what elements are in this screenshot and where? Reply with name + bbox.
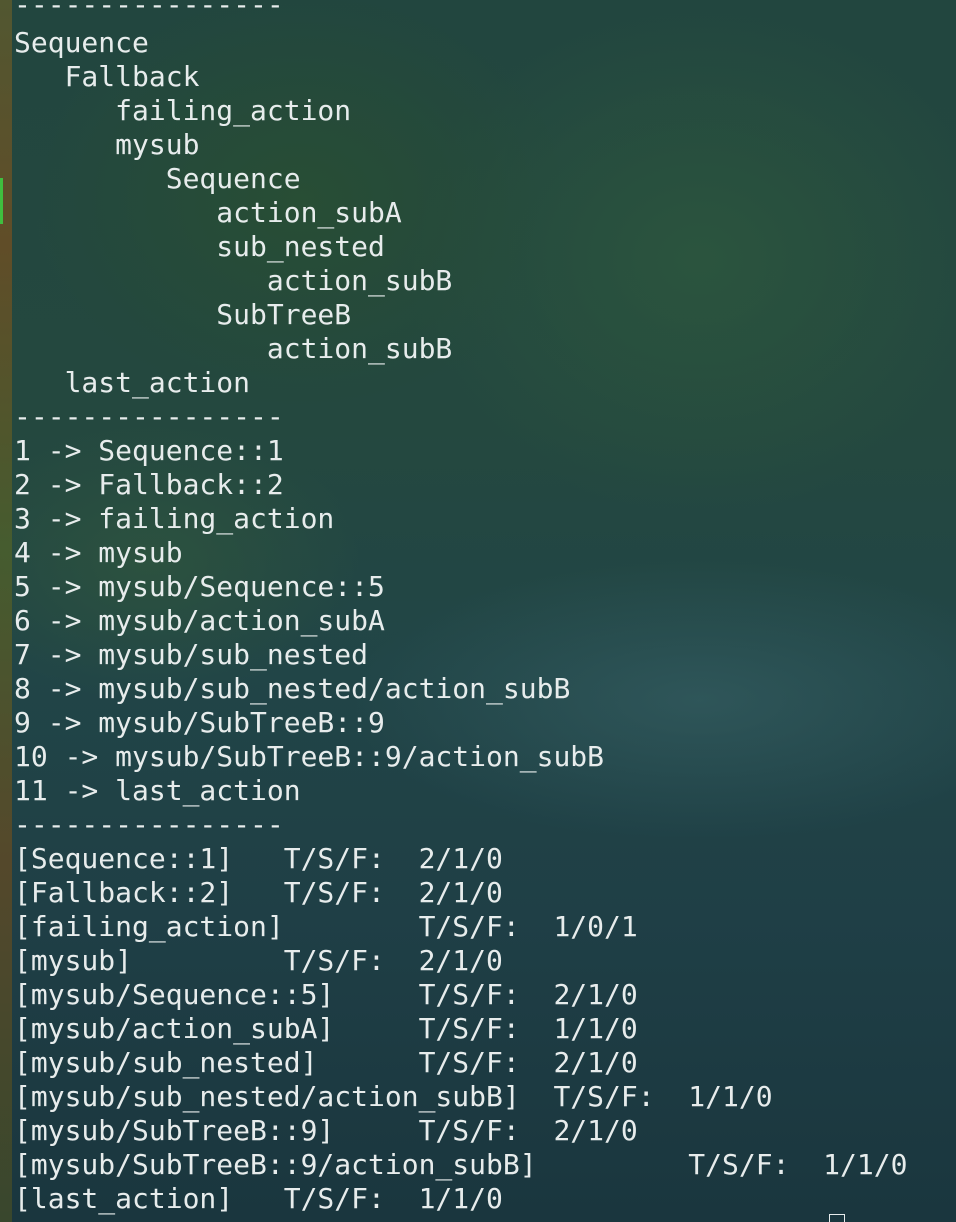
terminal-line: Fallback bbox=[14, 60, 200, 93]
terminal-line: [mysub/SubTreeB::9] T/S/F: 2/1/0 bbox=[14, 1114, 638, 1147]
terminal-line: [mysub/action_subA] T/S/F: 1/1/0 bbox=[14, 1012, 638, 1045]
terminal-line: failing_action bbox=[14, 94, 352, 127]
terminal-line: ---------------- bbox=[14, 808, 284, 841]
terminal-line: [last_action] T/S/F: 1/1/0 bbox=[14, 1182, 503, 1215]
terminal-line: [failing_action] T/S/F: 1/0/1 bbox=[14, 910, 638, 943]
terminal-line: 6 -> mysub/action_subA bbox=[14, 604, 385, 637]
terminal-line: ---------------- bbox=[14, 400, 284, 433]
terminal-line: [mysub/SubTreeB::9/action_subB] T/S/F: 1… bbox=[14, 1148, 908, 1181]
terminal-line: 3 -> failing_action bbox=[14, 502, 335, 535]
terminal-line: [Sequence::1] T/S/F: 2/1/0 bbox=[14, 842, 503, 875]
terminal-line: [mysub/sub_nested/action_subB] T/S/F: 1/… bbox=[14, 1080, 773, 1113]
terminal-line: Sequence bbox=[14, 162, 301, 195]
terminal-line: mysub bbox=[14, 128, 200, 161]
terminal-line: action_subA bbox=[14, 196, 402, 229]
terminal-line: action_subB bbox=[14, 332, 453, 365]
terminal-line: 2 -> Fallback::2 bbox=[14, 468, 284, 501]
terminal-line: ---------------- bbox=[14, 0, 284, 21]
terminal-line: sub_nested bbox=[14, 230, 385, 263]
terminal-line: 4 -> mysub bbox=[14, 536, 183, 569]
terminal-cursor bbox=[829, 1214, 845, 1222]
terminal-line: 1 -> Sequence::1 bbox=[14, 434, 284, 467]
terminal-output[interactable]: ---------------- Sequence Fallback faili… bbox=[14, 0, 944, 1222]
terminal-line: SubTreeB bbox=[14, 298, 352, 331]
terminal-line: [mysub] T/S/F: 2/1/0 bbox=[14, 944, 503, 977]
terminal-line: [mysub/Sequence::5] T/S/F: 2/1/0 bbox=[14, 978, 638, 1011]
terminal-line: 11 -> last_action bbox=[14, 774, 301, 807]
terminal-line: 7 -> mysub/sub_nested bbox=[14, 638, 369, 671]
terminal-line: 10 -> mysub/SubTreeB::9/action_subB bbox=[14, 740, 605, 773]
focus-indicator bbox=[0, 178, 3, 224]
terminal-line: [mysub/sub_nested] T/S/F: 2/1/0 bbox=[14, 1046, 638, 1079]
terminal-line: last_action bbox=[14, 366, 251, 399]
terminal-line: Sequence bbox=[14, 26, 149, 59]
terminal-line: [Fallback::2] T/S/F: 2/1/0 bbox=[14, 876, 503, 909]
terminal-line: 9 -> mysub/SubTreeB::9 bbox=[14, 706, 385, 739]
terminal-line: 5 -> mysub/Sequence::5 bbox=[14, 570, 385, 603]
terminal-line: action_subB bbox=[14, 264, 453, 297]
terminal-line: 8 -> mysub/sub_nested/action_subB bbox=[14, 672, 571, 705]
